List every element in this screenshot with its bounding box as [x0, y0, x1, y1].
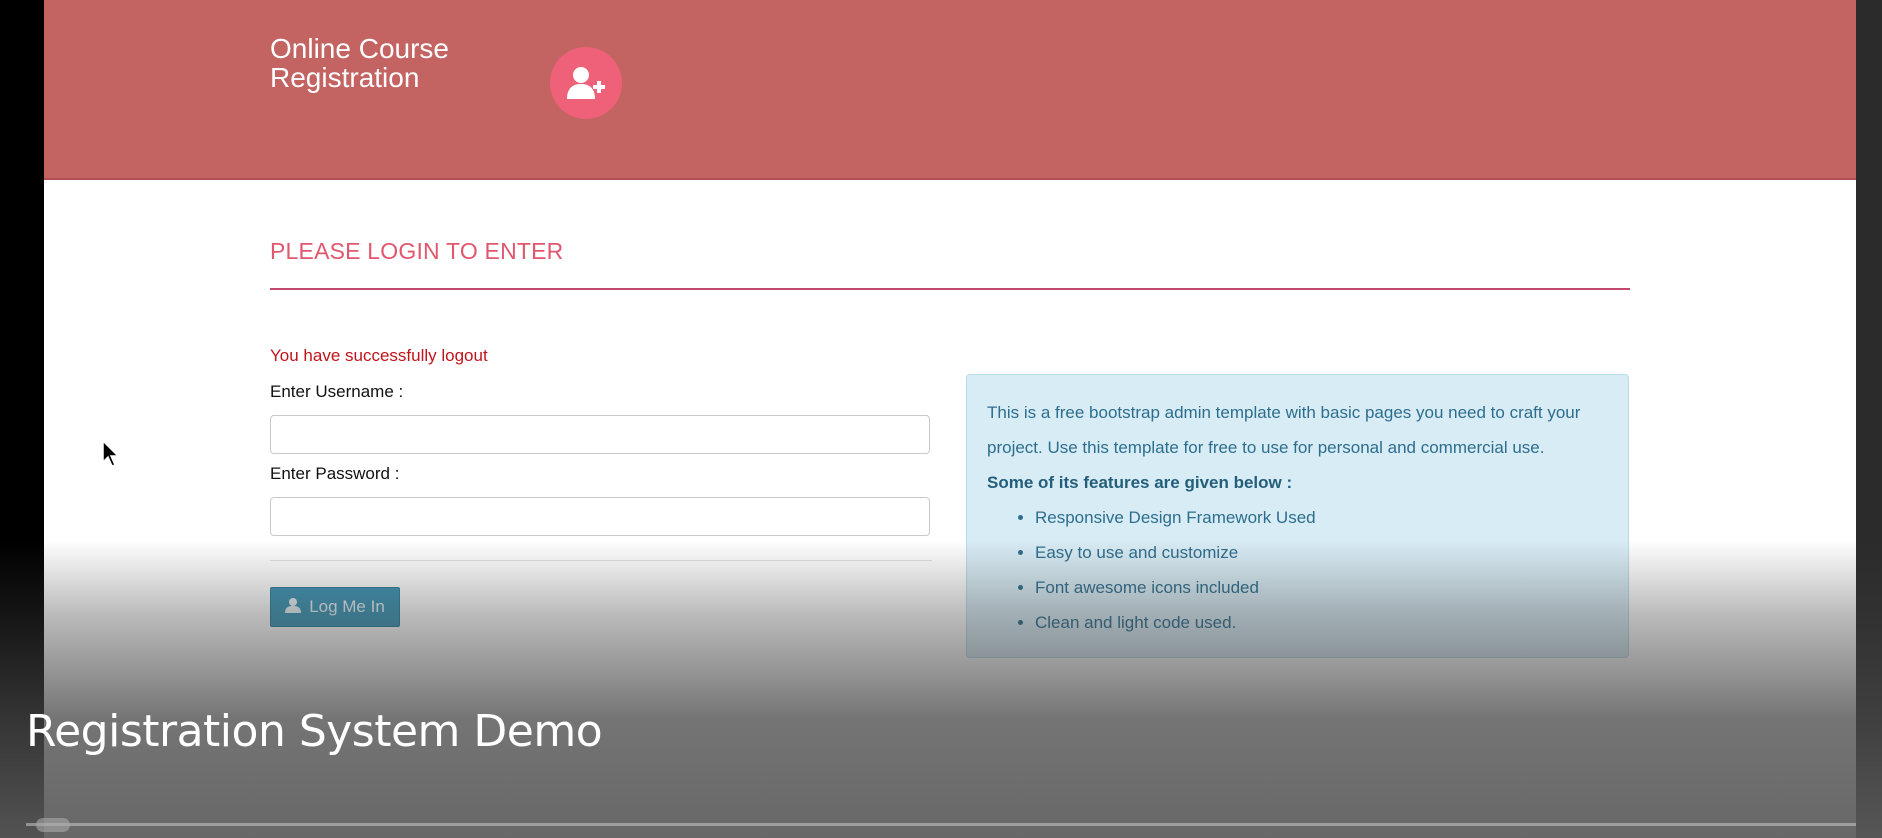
features-title: Some of its features are given below :	[987, 473, 1293, 492]
features-list: Responsive Design Framework Used Easy to…	[987, 500, 1608, 640]
username-label: Enter Username :	[270, 382, 404, 401]
title-divider	[270, 288, 1630, 290]
page-title: PLEASE LOGIN TO ENTER	[270, 238, 564, 264]
list-item: Easy to use and customize	[1035, 535, 1608, 570]
site-header: Online Course Registration	[44, 0, 1856, 180]
site-brand[interactable]: Online Course Registration	[270, 34, 530, 92]
password-label: Enter Password :	[270, 464, 400, 483]
brand-line-1: Online Course	[270, 33, 449, 64]
list-item: Responsive Design Framework Used	[1035, 500, 1608, 535]
password-input[interactable]	[270, 497, 930, 536]
user-plus-icon	[550, 47, 622, 119]
form-divider	[270, 560, 932, 561]
username-input[interactable]	[270, 415, 930, 454]
video-progress-bar[interactable]	[26, 823, 1856, 826]
list-item: Clean and light code used.	[1035, 605, 1608, 640]
brand-line-2: Registration	[270, 62, 420, 93]
scrollbar-track[interactable]	[1856, 0, 1882, 838]
login-button[interactable]: Log Me In	[270, 587, 400, 627]
user-icon	[285, 597, 302, 618]
login-button-label: Log Me In	[309, 597, 385, 616]
list-item: Font awesome icons included	[1035, 570, 1608, 605]
video-progress-handle[interactable]	[36, 818, 70, 832]
logout-status-message: You have successfully logout	[270, 346, 488, 365]
info-intro: This is a free bootstrap admin template …	[987, 403, 1581, 457]
mouse-cursor-icon	[102, 439, 120, 473]
info-panel: This is a free bootstrap admin template …	[966, 374, 1629, 658]
video-frame: Online Course Registration PLEASE LOGIN …	[0, 0, 1882, 838]
video-title: Registration System Demo	[26, 706, 603, 757]
